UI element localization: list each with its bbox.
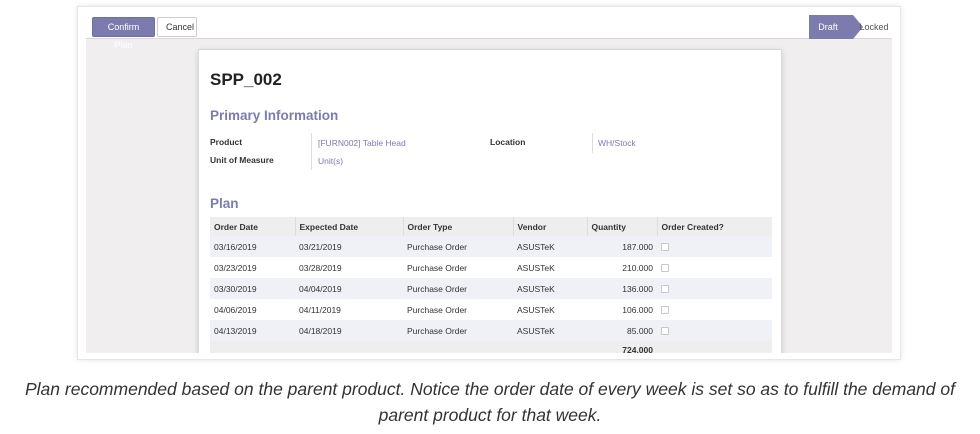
confirm-plan-button[interactable]: Confirm Plan <box>92 17 155 50</box>
field-divider <box>311 133 312 153</box>
expected-date-cell: 04/18/2019 <box>295 320 403 341</box>
vendor-cell: ASUSTeK <box>513 320 587 341</box>
location-value-link[interactable]: WH/Stock <box>598 138 636 148</box>
expected-date-cell: 03/21/2019 <box>295 236 403 257</box>
uom-label: Unit of Measure <box>210 155 274 165</box>
control-panel: Confirm Plan Cancel Draft Locked <box>86 15 892 50</box>
order-created-checkbox[interactable] <box>661 327 669 336</box>
order-type-cell: Purchase Order <box>403 320 513 341</box>
order-type-cell: Purchase Order <box>403 257 513 278</box>
order-date-cell: 03/23/2019 <box>210 257 295 278</box>
location-label: Location <box>490 137 526 147</box>
quantity-cell: 85.000 <box>587 320 657 341</box>
plan-heading: Plan <box>210 196 239 211</box>
table-row[interactable]: 04/06/2019 04/11/2019 Purchase Order ASU… <box>210 299 772 320</box>
col-order-created[interactable]: Order Created? <box>657 217 772 236</box>
quantity-cell: 187.000 <box>587 236 657 257</box>
order-date-cell: 03/30/2019 <box>210 278 295 299</box>
uom-value-link[interactable]: Unit(s) <box>318 156 343 166</box>
col-expected-date[interactable]: Expected Date <box>295 217 404 236</box>
cancel-button[interactable]: Cancel <box>157 17 197 37</box>
record-title: SPP_002 <box>210 70 282 89</box>
field-divider <box>311 152 312 170</box>
table-total-row: 724.000 <box>210 341 772 353</box>
screenshot-frame: Confirm Plan Cancel Draft Locked SPP_002… <box>77 6 901 360</box>
order-created-cell <box>657 320 772 341</box>
form-sheet: SPP_002 Primary Information Product [FUR… <box>198 49 782 353</box>
expected-date-cell: 04/04/2019 <box>295 278 403 299</box>
order-type-cell: Purchase Order <box>403 299 513 320</box>
order-created-checkbox[interactable] <box>661 285 669 294</box>
col-order-date[interactable]: Order Date <box>210 217 296 236</box>
plan-table: Order Date Expected Date Order Type Vend… <box>210 217 772 353</box>
order-date-cell: 04/06/2019 <box>210 299 295 320</box>
figure-caption: Plan recommended based on the parent pro… <box>25 379 955 425</box>
quantity-cell: 210.000 <box>587 257 657 278</box>
stage-draft[interactable]: Draft <box>809 15 863 39</box>
order-created-cell <box>657 257 772 278</box>
vendor-cell: ASUSTeK <box>513 299 587 320</box>
order-date-cell: 03/16/2019 <box>210 236 295 257</box>
col-quantity[interactable]: Quantity <box>587 217 658 236</box>
order-created-cell <box>657 236 772 257</box>
product-label: Product <box>210 137 243 147</box>
order-type-cell: Purchase Order <box>403 278 513 299</box>
expected-date-cell: 04/11/2019 <box>295 299 403 320</box>
product-value-link[interactable]: [FURN002] Table Head <box>318 138 406 148</box>
table-row[interactable]: 03/23/2019 03/28/2019 Purchase Order ASU… <box>210 257 772 278</box>
table-row[interactable]: 03/30/2019 04/04/2019 Purchase Order ASU… <box>210 278 772 299</box>
order-type-cell: Purchase Order <box>403 236 513 257</box>
quantity-total: 724.000 <box>587 341 657 353</box>
order-created-cell <box>657 299 772 320</box>
order-created-checkbox[interactable] <box>661 243 669 252</box>
col-vendor[interactable]: Vendor <box>513 217 588 236</box>
order-created-cell <box>657 278 772 299</box>
order-created-checkbox[interactable] <box>661 306 669 315</box>
stage-locked[interactable]: Locked <box>856 15 892 39</box>
vendor-cell: ASUSTeK <box>513 236 587 257</box>
quantity-cell: 136.000 <box>587 278 657 299</box>
quantity-cell: 106.000 <box>587 299 657 320</box>
table-row[interactable]: 03/16/2019 03/21/2019 Purchase Order ASU… <box>210 236 772 257</box>
order-date-cell: 04/13/2019 <box>210 320 295 341</box>
field-divider <box>592 133 593 153</box>
table-header-row: Order Date Expected Date Order Type Vend… <box>210 217 772 236</box>
app-window: Confirm Plan Cancel Draft Locked SPP_002… <box>86 15 892 353</box>
vendor-cell: ASUSTeK <box>513 257 587 278</box>
col-order-type[interactable]: Order Type <box>403 217 514 236</box>
order-created-checkbox[interactable] <box>661 264 669 273</box>
expected-date-cell: 03/28/2019 <box>295 257 403 278</box>
primary-information-heading: Primary Information <box>210 108 339 123</box>
vendor-cell: ASUSTeK <box>513 278 587 299</box>
table-row[interactable]: 04/13/2019 04/18/2019 Purchase Order ASU… <box>210 320 772 341</box>
